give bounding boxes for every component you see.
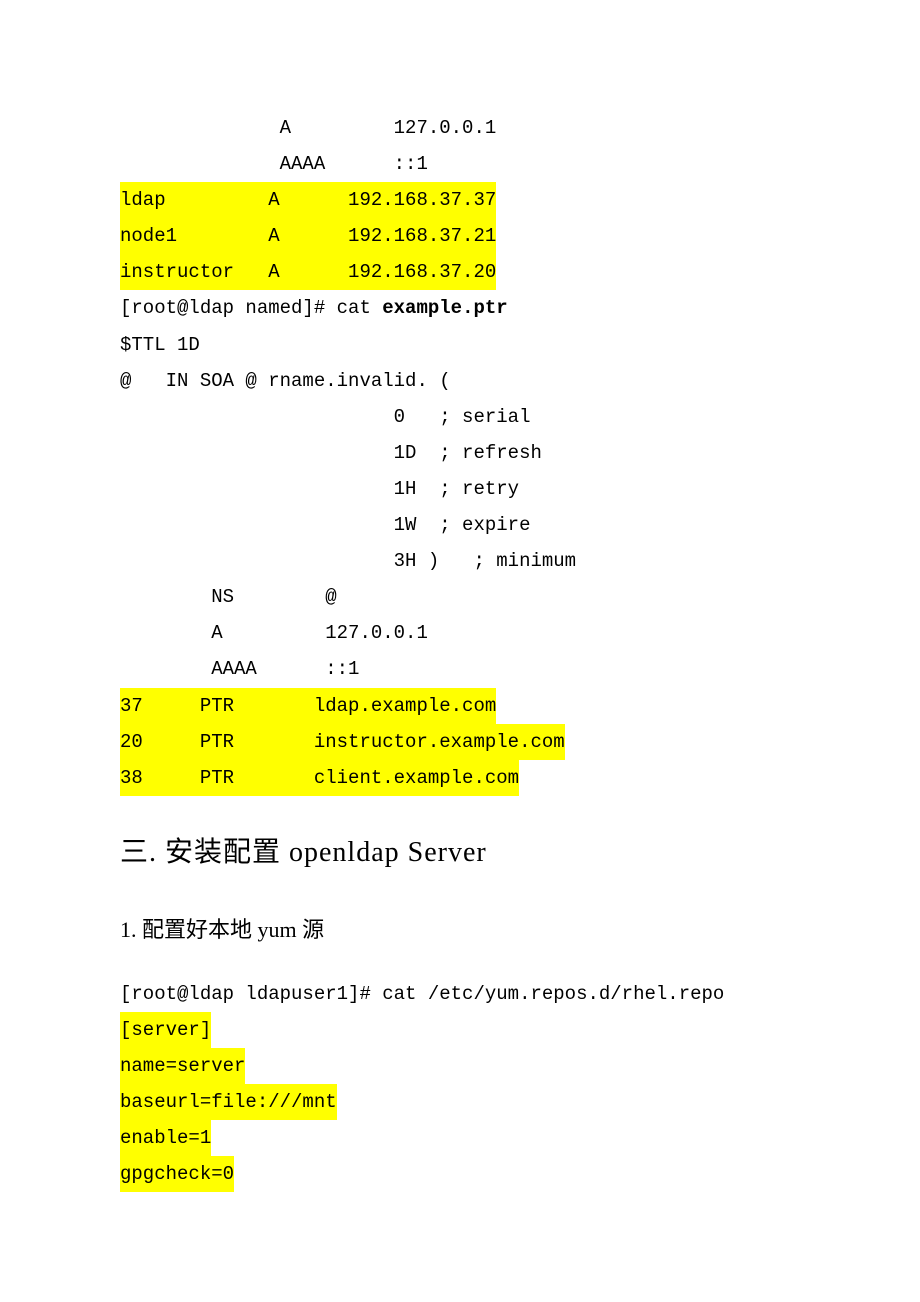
- filename: example.ptr: [382, 297, 507, 319]
- dns-record: A 127.0.0.1: [120, 110, 800, 146]
- subsection-heading: 1. 配置好本地 yum 源: [120, 909, 800, 951]
- aaaa-record: AAAA ::1: [120, 651, 800, 687]
- dns-record: ldap A 192.168.37.37: [120, 182, 800, 218]
- ns-record: NS @: [120, 579, 800, 615]
- highlighted-text: enable=1: [120, 1120, 211, 1156]
- soa-param: 1W ; expire: [120, 507, 800, 543]
- ttl-line: $TTL 1D: [120, 327, 800, 363]
- soa-param: 0 ; serial: [120, 399, 800, 435]
- soa-param: 1D ; refresh: [120, 435, 800, 471]
- highlighted-record: ldap A 192.168.37.37: [120, 182, 496, 218]
- highlighted-text: gpgcheck=0: [120, 1156, 234, 1192]
- highlighted-record: 20 PTR instructor.example.com: [120, 724, 565, 760]
- ptr-record: 38 PTR client.example.com: [120, 760, 800, 796]
- soa-line: @ IN SOA @ rname.invalid. (: [120, 363, 800, 399]
- highlighted-text: [server]: [120, 1012, 211, 1048]
- dns-record: AAAA ::1: [120, 146, 800, 182]
- shell-command: [root@ldap ldapuser1]# cat /etc/yum.repo…: [120, 976, 800, 1012]
- shell-command: [root@ldap named]# cat example.ptr: [120, 290, 800, 326]
- highlighted-text: name=server: [120, 1048, 245, 1084]
- dns-record: node1 A 192.168.37.21: [120, 218, 800, 254]
- highlighted-record: 37 PTR ldap.example.com: [120, 688, 496, 724]
- ptr-record: 37 PTR ldap.example.com: [120, 688, 800, 724]
- shell-prompt: [root@ldap named]# cat: [120, 297, 382, 319]
- repo-config-line: [server]: [120, 1012, 800, 1048]
- section-heading: 三. 安装配置 openldap Server: [120, 826, 800, 879]
- highlighted-record: 38 PTR client.example.com: [120, 760, 519, 796]
- ptr-record: 20 PTR instructor.example.com: [120, 724, 800, 760]
- repo-config-line: enable=1: [120, 1120, 800, 1156]
- repo-config-line: name=server: [120, 1048, 800, 1084]
- soa-param: 3H ) ; minimum: [120, 543, 800, 579]
- dns-record: instructor A 192.168.37.20: [120, 254, 800, 290]
- highlighted-record: instructor A 192.168.37.20: [120, 254, 496, 290]
- repo-config-line: gpgcheck=0: [120, 1156, 800, 1192]
- a-record: A 127.0.0.1: [120, 615, 800, 651]
- repo-config-line: baseurl=file:///mnt: [120, 1084, 800, 1120]
- highlighted-record: node1 A 192.168.37.21: [120, 218, 496, 254]
- soa-param: 1H ; retry: [120, 471, 800, 507]
- highlighted-text: baseurl=file:///mnt: [120, 1084, 337, 1120]
